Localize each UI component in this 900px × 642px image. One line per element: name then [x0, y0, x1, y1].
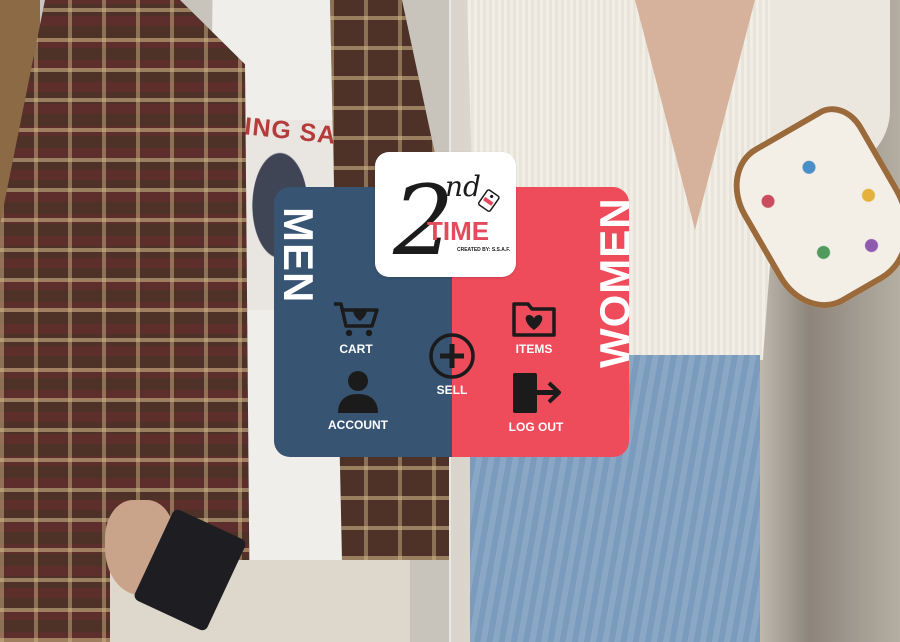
price-tag-icon [477, 189, 500, 212]
cart-heart-icon [334, 302, 379, 337]
logo-superscript: nd [445, 170, 481, 203]
account-person-icon [338, 371, 378, 413]
logout-exit-icon [513, 373, 561, 413]
cart-label: CART [339, 342, 373, 356]
items-button[interactable]: ITEMS [506, 298, 562, 356]
logo-credit: CREATED BY: S.S.A.F. [457, 247, 511, 253]
items-label: ITEMS [515, 342, 553, 356]
sell-plus-icon [429, 333, 475, 379]
account-label: ACCOUNT [328, 418, 388, 432]
logout-label: LOG OUT [508, 420, 564, 434]
men-section-title[interactable]: MEN [274, 207, 322, 303]
account-button[interactable]: ACCOUNT [326, 370, 390, 432]
logo-word: TIME [427, 216, 489, 246]
app-logo: 2 nd TIME CREATED BY: S.S.A.F. [375, 152, 516, 277]
sell-label: SELL [436, 383, 468, 397]
logout-button[interactable]: LOG OUT [506, 370, 566, 434]
women-section-title[interactable]: WOMEN [591, 197, 639, 368]
logo-graphic: 2 nd TIME CREATED BY: S.S.A.F. [392, 165, 511, 277]
sell-button[interactable]: SELL [424, 333, 480, 397]
items-folder-heart-icon [512, 302, 556, 337]
cart-button[interactable]: CART [330, 300, 382, 356]
